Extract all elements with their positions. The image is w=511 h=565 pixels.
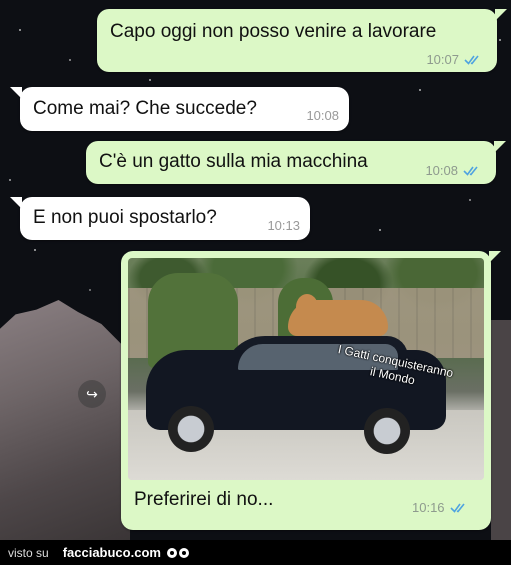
message-time: 10:16 <box>412 500 445 515</box>
mountain-background-right <box>491 320 511 540</box>
footer-watermark: visto su facciabuco.com <box>0 540 511 565</box>
footer-site: facciabuco.com <box>62 545 161 560</box>
eyes-logo-icon <box>166 547 189 558</box>
message-time: 10:08 <box>306 108 339 123</box>
message-bubble-outgoing[interactable]: Capo oggi non posso venire a lavorare 10… <box>97 9 507 72</box>
mountain-background <box>0 300 130 540</box>
double-check-icon <box>464 55 479 65</box>
forward-icon[interactable]: ↪ <box>78 380 106 408</box>
message-text: Preferirei di no... <box>134 489 274 510</box>
message-bubble-outgoing[interactable]: C'è un gatto sulla mia macchina 10:08 <box>86 141 506 184</box>
message-text: Come mai? Che succede? <box>33 98 257 119</box>
double-check-icon <box>449 503 465 513</box>
footer-visto-su: visto su <box>8 545 49 560</box>
message-bubble-incoming[interactable]: Come mai? Che succede? 10:08 <box>10 87 349 131</box>
car-wheel-rear <box>364 408 410 454</box>
message-time: 10:13 <box>267 218 300 233</box>
message-bubble-incoming[interactable]: E non puoi spostarlo? 10:13 <box>10 197 310 240</box>
cat-head <box>296 294 318 320</box>
message-text: Capo oggi non posso venire a lavorare <box>110 21 437 42</box>
double-check-icon <box>463 166 478 176</box>
message-time: 10:08 <box>425 163 458 178</box>
message-time: 10:07 <box>426 52 459 67</box>
cat-on-car-photo[interactable]: I Gatti conquisteranno il Mondo <box>128 258 484 480</box>
car-wheel-front <box>168 406 214 452</box>
message-text: E non puoi spostarlo? <box>33 207 217 228</box>
message-text: C'è un gatto sulla mia macchina <box>99 151 368 172</box>
